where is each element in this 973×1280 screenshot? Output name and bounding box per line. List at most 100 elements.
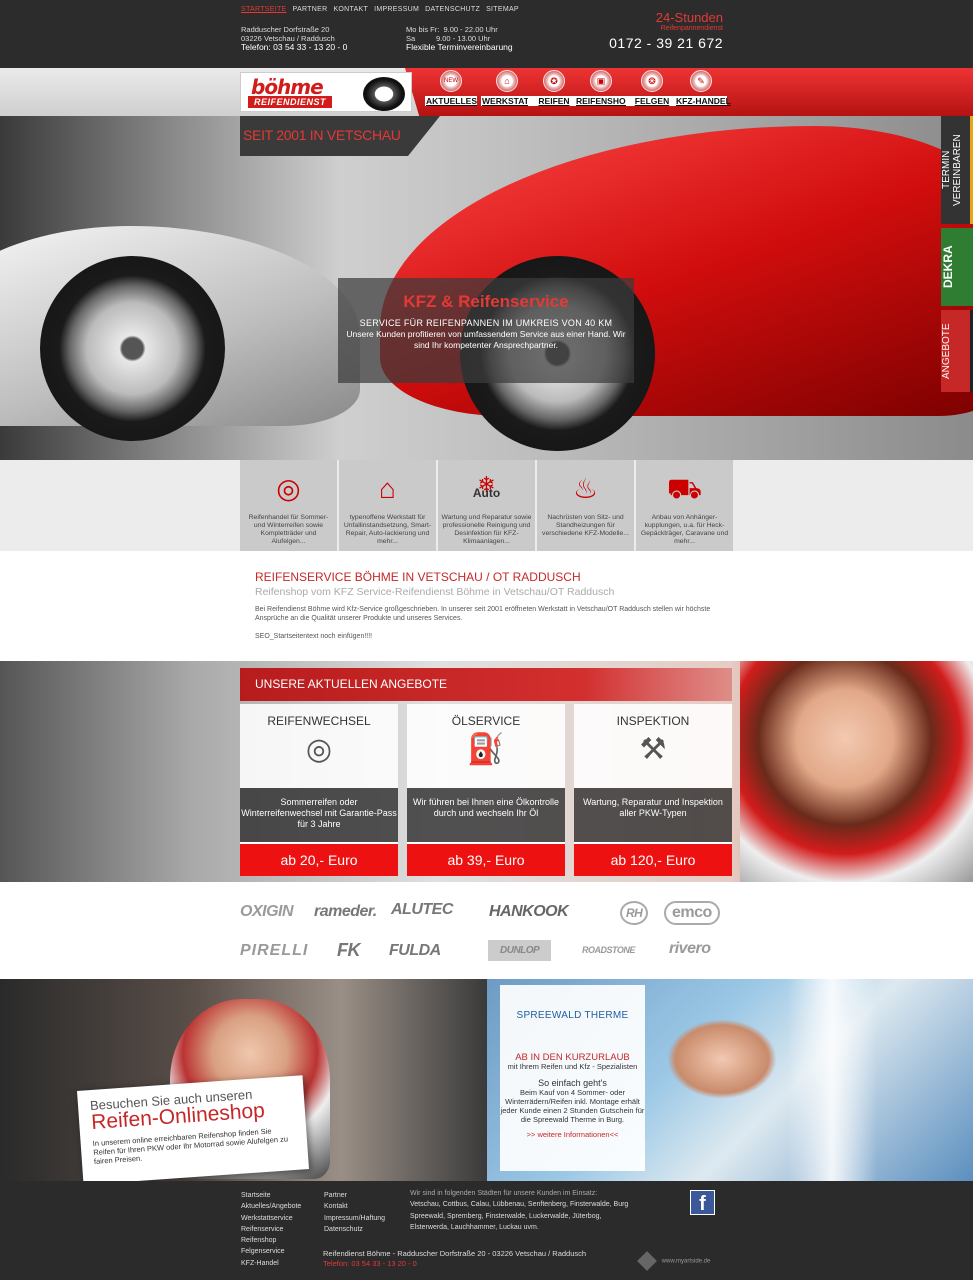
- brand-logo-pirelli[interactable]: PIRELLI: [240, 942, 308, 960]
- footer-link[interactable]: Startseite: [241, 1190, 301, 1201]
- footer-link[interactable]: Felgenservice: [241, 1246, 301, 1257]
- offers-heading: UNSERE AKTUELLEN ANGEBOTE: [240, 668, 732, 701]
- oil-can-icon: ⛽: [467, 733, 505, 766]
- top-link-datenschutz[interactable]: DATENSCHUTZ: [425, 6, 480, 13]
- footer-credit[interactable]: www.myartside.de: [637, 1251, 711, 1271]
- service-tile-reifen[interactable]: ◎ Reifenhandel für Sommer- und Winterrei…: [240, 460, 337, 551]
- woman-in-water-image: [667, 1019, 777, 1099]
- brand-logos: [0, 882, 973, 979]
- service-text: Nachrüsten von Sitz- und Standheizungen …: [542, 514, 629, 537]
- offer-price[interactable]: ab 120,- Euro: [574, 842, 732, 876]
- logo[interactable]: böhme REIFENDIENST: [240, 72, 412, 112]
- mechanic-woman-image: [740, 661, 973, 882]
- offer-price[interactable]: ab 39,- Euro: [407, 842, 565, 876]
- footer-cities: Wir sind in folgenden Städten für unsere…: [410, 1188, 640, 1233]
- offer-title: REIFENWECHSEL: [267, 714, 371, 728]
- footer-nav-main: Startseite Aktuelles/Angebote Werkstatts…: [241, 1190, 301, 1269]
- waterfall-image: [787, 979, 877, 1181]
- top-link-startseite[interactable]: STARTSEITE: [241, 6, 287, 13]
- nav-item-reifen[interactable]: ✪ REIFEN: [528, 70, 580, 106]
- hero-title: KFZ & Reifenservice: [403, 292, 569, 311]
- brand-logo-emco[interactable]: emco: [664, 901, 720, 925]
- therme-card[interactable]: SPREEWALD THERME AB IN DEN KURZURLAUB mi…: [500, 985, 645, 1171]
- garage-icon: ⌂: [379, 473, 396, 504]
- top-link-sitemap[interactable]: SITEMAP: [486, 6, 519, 13]
- service-tile-anhaenger[interactable]: ⛟ Anbau von Anhänger-kupplungen, u.a. fü…: [636, 460, 733, 551]
- footer-link[interactable]: Kontakt: [324, 1201, 385, 1212]
- service-tile-werkstatt[interactable]: ⌂ typenoffene Werkstatt für Unfallinstan…: [339, 460, 436, 551]
- footer-link[interactable]: Partner: [324, 1190, 385, 1201]
- facebook-icon[interactable]: f: [690, 1190, 715, 1215]
- opening-hours: Mo bis Fr: 9.00 - 22.00 Uhr Sa 9.00 - 13…: [406, 25, 513, 53]
- brand-logo-dunlop[interactable]: DUNLOP: [488, 940, 552, 961]
- footer-nav-meta: Partner Kontakt Impressum/Haftung Datens…: [324, 1190, 385, 1235]
- footer-link[interactable]: Werkstattservice: [241, 1213, 301, 1224]
- nav-item-kfz-handel[interactable]: ✎ KFZ-HANDEL: [675, 70, 731, 106]
- brand-logo-fk[interactable]: FK: [337, 940, 361, 961]
- intro-title: REIFENSERVICE BÖHME IN VETSCHAU / OT RAD…: [255, 570, 581, 584]
- top-links: STARTSEITE PARTNER KONTAKT IMPRESSUM DAT…: [241, 6, 519, 13]
- therme-more-link[interactable]: >> weitere Informationen<<: [500, 1130, 645, 1139]
- address-phone[interactable]: Telefon: 03 54 33 - 13 20 - 0: [241, 42, 347, 52]
- footer-link[interactable]: Aktuelles/Angebote: [241, 1201, 301, 1212]
- shop-icon: ▣: [590, 70, 612, 92]
- offer-card-oelservice[interactable]: ÖLSERVICE ⛽ Wir führen bei Ihnen eine Öl…: [407, 704, 565, 880]
- side-tab-dekra[interactable]: DEKRA: [941, 228, 973, 306]
- brand-logo-fulda[interactable]: FULDA: [389, 942, 441, 960]
- cities-list: Vetschau, Cottbus, Calau, Lübbenau, Senf…: [410, 1201, 629, 1231]
- footer-address-line: Reifendienst Böhme - Radduscher Dorfstra…: [323, 1249, 587, 1258]
- therme-sub: mit Ihrem Reifen und Kfz - Spezialisten: [507, 1062, 638, 1071]
- shop-sign[interactable]: Besuchen Sie auch unseren Reifen-Onlines…: [76, 1075, 310, 1185]
- tire-icon: ◎: [276, 473, 301, 504]
- offer-text: Wir führen bei Ihnen eine Ölkontrolle du…: [407, 788, 565, 842]
- top-link-impressum[interactable]: IMPRESSUM: [374, 6, 419, 13]
- top-link-kontakt[interactable]: KONTAKT: [333, 6, 368, 13]
- side-tab-termin[interactable]: TERMIN VEREINBAREN: [941, 116, 973, 224]
- service-tile-klima[interactable]: ❄ Auto Wartung und Reparatur sowie profe…: [438, 460, 535, 551]
- side-tab-angebote[interactable]: ANGEBOTE: [941, 310, 973, 392]
- therme-h2: So einfach geht's: [538, 1078, 607, 1088]
- side-tab-label: TERMIN VEREINBAREN: [941, 134, 963, 206]
- brand-logo-rameder[interactable]: rameder.: [314, 903, 377, 921]
- footer-address: Reifendienst Böhme - Radduscher Dorfstra…: [323, 1249, 586, 1269]
- hotline-sub: Reifenpannendienst: [660, 25, 723, 32]
- offer-card-reifenwechsel[interactable]: REIFENWECHSEL ◎ Sommerreifen oder Winter…: [240, 704, 398, 880]
- hero-banner: SEIT 2001 IN VETSCHAU KFZ & Reifenservic…: [0, 116, 973, 460]
- offer-price[interactable]: ab 20,- Euro: [240, 842, 398, 876]
- agency-logo-icon: [637, 1251, 657, 1271]
- hero-subtitle: SERVICE FÜR REIFENPANNEN IM UMKREIS VON …: [359, 318, 613, 328]
- nav-label: AKTUELLES: [425, 96, 477, 106]
- footer-link[interactable]: Datenschutz: [324, 1224, 385, 1235]
- logo-sub: REIFENDIENST: [248, 96, 333, 108]
- footer-link[interactable]: Reifenshop: [241, 1235, 301, 1246]
- service-text: Reifenhandel für Sommer- und Winterreife…: [248, 514, 329, 545]
- brand-logo-roadstone[interactable]: ROADSTONE: [582, 945, 635, 955]
- service-text: Wartung und Reparatur sowie professionel…: [441, 514, 532, 545]
- hotline-number[interactable]: 0172 - 39 21 672: [609, 35, 723, 51]
- brand-logo-rivero[interactable]: rivero: [669, 940, 711, 958]
- footer-link[interactable]: Impressum/Haftung: [324, 1213, 385, 1224]
- hero-textbox: KFZ & Reifenservice SERVICE FÜR REIFENPA…: [338, 278, 634, 383]
- intro-section: REIFENSERVICE BÖHME IN VETSCHAU / OT RAD…: [255, 570, 715, 641]
- brand-logo-alutec[interactable]: ALUTEC: [391, 901, 453, 919]
- brand-logo-oxigin[interactable]: OXIGIN: [240, 903, 294, 921]
- therme-logo: SPREEWALD THERME: [516, 1010, 629, 1021]
- nav-item-werkstatt[interactable]: ⌂ WERKSTATT: [481, 70, 534, 106]
- footer-phone[interactable]: Telefon: 03 54 33 - 13 20 - 0: [323, 1259, 586, 1269]
- service-tile-heizung[interactable]: ♨ Nachrüsten von Sitz- und Standheizunge…: [537, 460, 634, 551]
- nav-item-reifenshop[interactable]: ▣ REIFENSHOP: [575, 70, 631, 106]
- service-text: typenoffene Werkstatt für Unfallinstands…: [343, 514, 432, 545]
- top-link-partner[interactable]: PARTNER: [293, 6, 328, 13]
- brand-logo-hankook[interactable]: HANKOOK: [489, 903, 569, 921]
- car-trailer-icon: ⛟: [666, 473, 703, 504]
- side-tab-label: ANGEBOTE: [941, 323, 952, 379]
- credit-text: www.myartside.de: [661, 1258, 711, 1265]
- footer-link[interactable]: Reifenservice: [241, 1224, 301, 1235]
- nav-item-felgen[interactable]: ❂ FELGEN: [626, 70, 678, 106]
- since-banner: SEIT 2001 IN VETSCHAU: [240, 116, 440, 156]
- nav-item-aktuelles[interactable]: NEW AKTUELLES: [425, 70, 477, 106]
- therme-heading: AB IN DEN KURZURLAUB: [515, 1052, 630, 1063]
- offer-title: INSPEKTION: [616, 714, 690, 728]
- footer-link[interactable]: KFZ-Handel: [241, 1258, 301, 1269]
- offer-card-inspektion[interactable]: INSPEKTION ⚒ Wartung, Reparatur und Insp…: [574, 704, 732, 880]
